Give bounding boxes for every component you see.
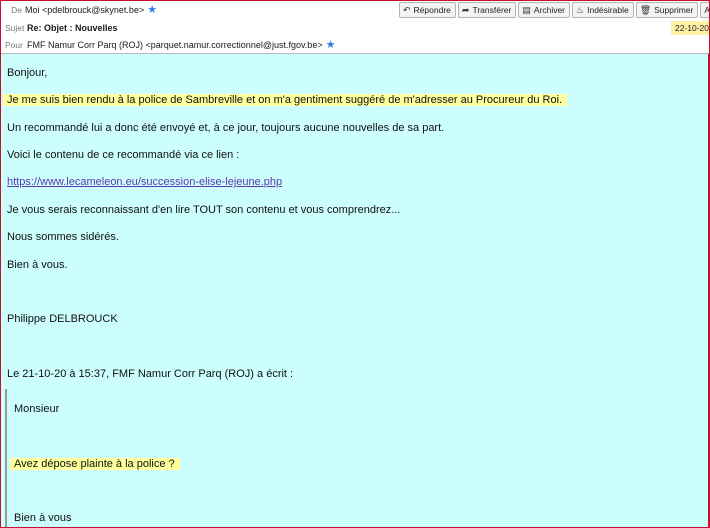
highlighted-text: Je me suis bien rendu à la police de Sam… [3, 94, 568, 106]
star-icon[interactable]: ★ [326, 39, 336, 51]
junk-button[interactable]: ♨ Indésirable [572, 2, 634, 18]
body-link-row: https://www.lecameleon.eu/succession-eli… [7, 174, 282, 190]
forward-icon: ➦ [461, 4, 470, 15]
junk-label: Indésirable [587, 5, 629, 15]
from-label: De [11, 5, 22, 15]
message-toolbar: ↶ Répondre ➦ Transférer ▤ Archiver ♨ Ind… [399, 2, 710, 18]
body-paragraph: Je vous serais reconnaissant d'en lire T… [7, 204, 401, 216]
to-row: Pour FMF Namur Corr Parq (ROJ) <parquet.… [1, 37, 335, 53]
to-label: Pour [5, 40, 23, 50]
reply-icon: ↶ [403, 4, 411, 15]
message-date: 22-10-20 [670, 21, 709, 35]
signature: Philippe DELBROUCK [7, 313, 118, 325]
archive-icon: ▤ [522, 4, 531, 15]
quote-line: Avez dépose plainte à la police ? [10, 456, 180, 472]
trash-icon: 🗑 [639, 4, 652, 15]
quote-intro: Le 21-10-20 à 15:37, FMF Namur Corr Parq… [7, 368, 294, 380]
more-button[interactable]: A [700, 2, 710, 18]
to-value[interactable]: FMF Namur Corr Parq (ROJ) <parquet.namur… [27, 40, 323, 50]
archive-label: Archiver [533, 5, 566, 15]
subject-row: Sujet Re: Objet : Nouvelles [1, 20, 118, 36]
archive-button[interactable]: ▤ Archiver [518, 2, 571, 18]
subject-label: Sujet [5, 23, 25, 33]
body-paragraph: Nous sommes sidérés. [7, 231, 119, 243]
flame-icon: ♨ [576, 4, 585, 15]
message-window: De Moi <pdelbrouck@skynet.be> ★ ↶ Répond… [0, 0, 710, 528]
body-paragraph: Un recommandé lui a donc été envoyé et, … [7, 122, 445, 134]
forward-label: Transférer [472, 5, 512, 15]
quote-bar [5, 389, 7, 527]
quote-line: Monsieur [14, 403, 60, 415]
from-value[interactable]: Moi <pdelbrouck@skynet.be> [25, 5, 144, 15]
delete-label: Supprimer [654, 5, 694, 15]
message-header: De Moi <pdelbrouck@skynet.be> ★ ↶ Répond… [1, 1, 710, 54]
reply-button[interactable]: ↶ Répondre [399, 2, 456, 18]
greeting: Bonjour, [7, 67, 48, 79]
quote-line: Bien à vous [14, 512, 72, 524]
reply-label: Répondre [413, 5, 451, 15]
body-paragraph: Bien à vous. [7, 259, 68, 271]
highlighted-text: Avez dépose plainte à la police ? [10, 458, 180, 470]
more-label: A [704, 5, 710, 15]
delete-button[interactable]: 🗑 Supprimer [635, 2, 699, 18]
subject-value: Re: Objet : Nouvelles [27, 23, 118, 33]
star-icon[interactable]: ★ [147, 4, 157, 16]
succession-link[interactable]: https://www.lecameleon.eu/succession-eli… [7, 176, 282, 188]
forward-button[interactable]: ➦ Transférer [457, 2, 517, 18]
message-body: Bonjour, Je me suis bien rendu à la poli… [1, 54, 709, 527]
body-paragraph: Voici le contenu de ce recommandé via ce… [7, 149, 240, 161]
body-paragraph: Je me suis bien rendu à la police de Sam… [3, 92, 568, 108]
from-row: De Moi <pdelbrouck@skynet.be> ★ [1, 2, 157, 18]
